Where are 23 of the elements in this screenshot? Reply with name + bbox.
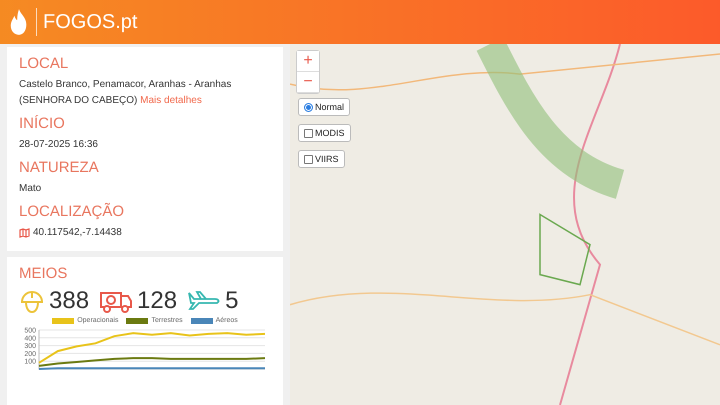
layer-option[interactable]: VIIRS: [298, 150, 345, 168]
detail-text: Mato: [19, 182, 42, 196]
radio-button[interactable]: [304, 102, 313, 112]
section-heading: LOCAL: [19, 55, 70, 72]
checkbox[interactable]: [304, 154, 313, 164]
plane-icon: [187, 290, 222, 312]
checkbox[interactable]: [304, 128, 313, 138]
detail-text: Castelo Branco, Penamacor, Aranhas - Aranhas (SENHORA DO CABEÇO) Mais detalhes: [19, 78, 232, 108]
map-icon: [19, 228, 30, 238]
section-heading: NATUREZA: [19, 159, 100, 176]
count-value: 128: [137, 287, 178, 315]
coordinates-text: 40.117542,-7.14438: [33, 226, 122, 240]
layer-option[interactable]: MODIS: [298, 124, 351, 142]
count-value: 5: [225, 287, 238, 315]
count-value: 388: [49, 287, 90, 315]
detail-text: 28-07-2025 16:36: [19, 138, 98, 152]
map-view[interactable]: + − Normal MODIS VIIRS: [290, 44, 720, 405]
helmet-icon: [19, 288, 45, 314]
zoom-in-button[interactable]: +: [297, 51, 319, 72]
section-heading: MEIOS: [19, 265, 68, 282]
section-heading: INÍCIO: [19, 115, 66, 132]
layer-option[interactable]: Normal: [298, 98, 350, 116]
section-heading: LOCALIZAÇÃO: [19, 203, 126, 220]
